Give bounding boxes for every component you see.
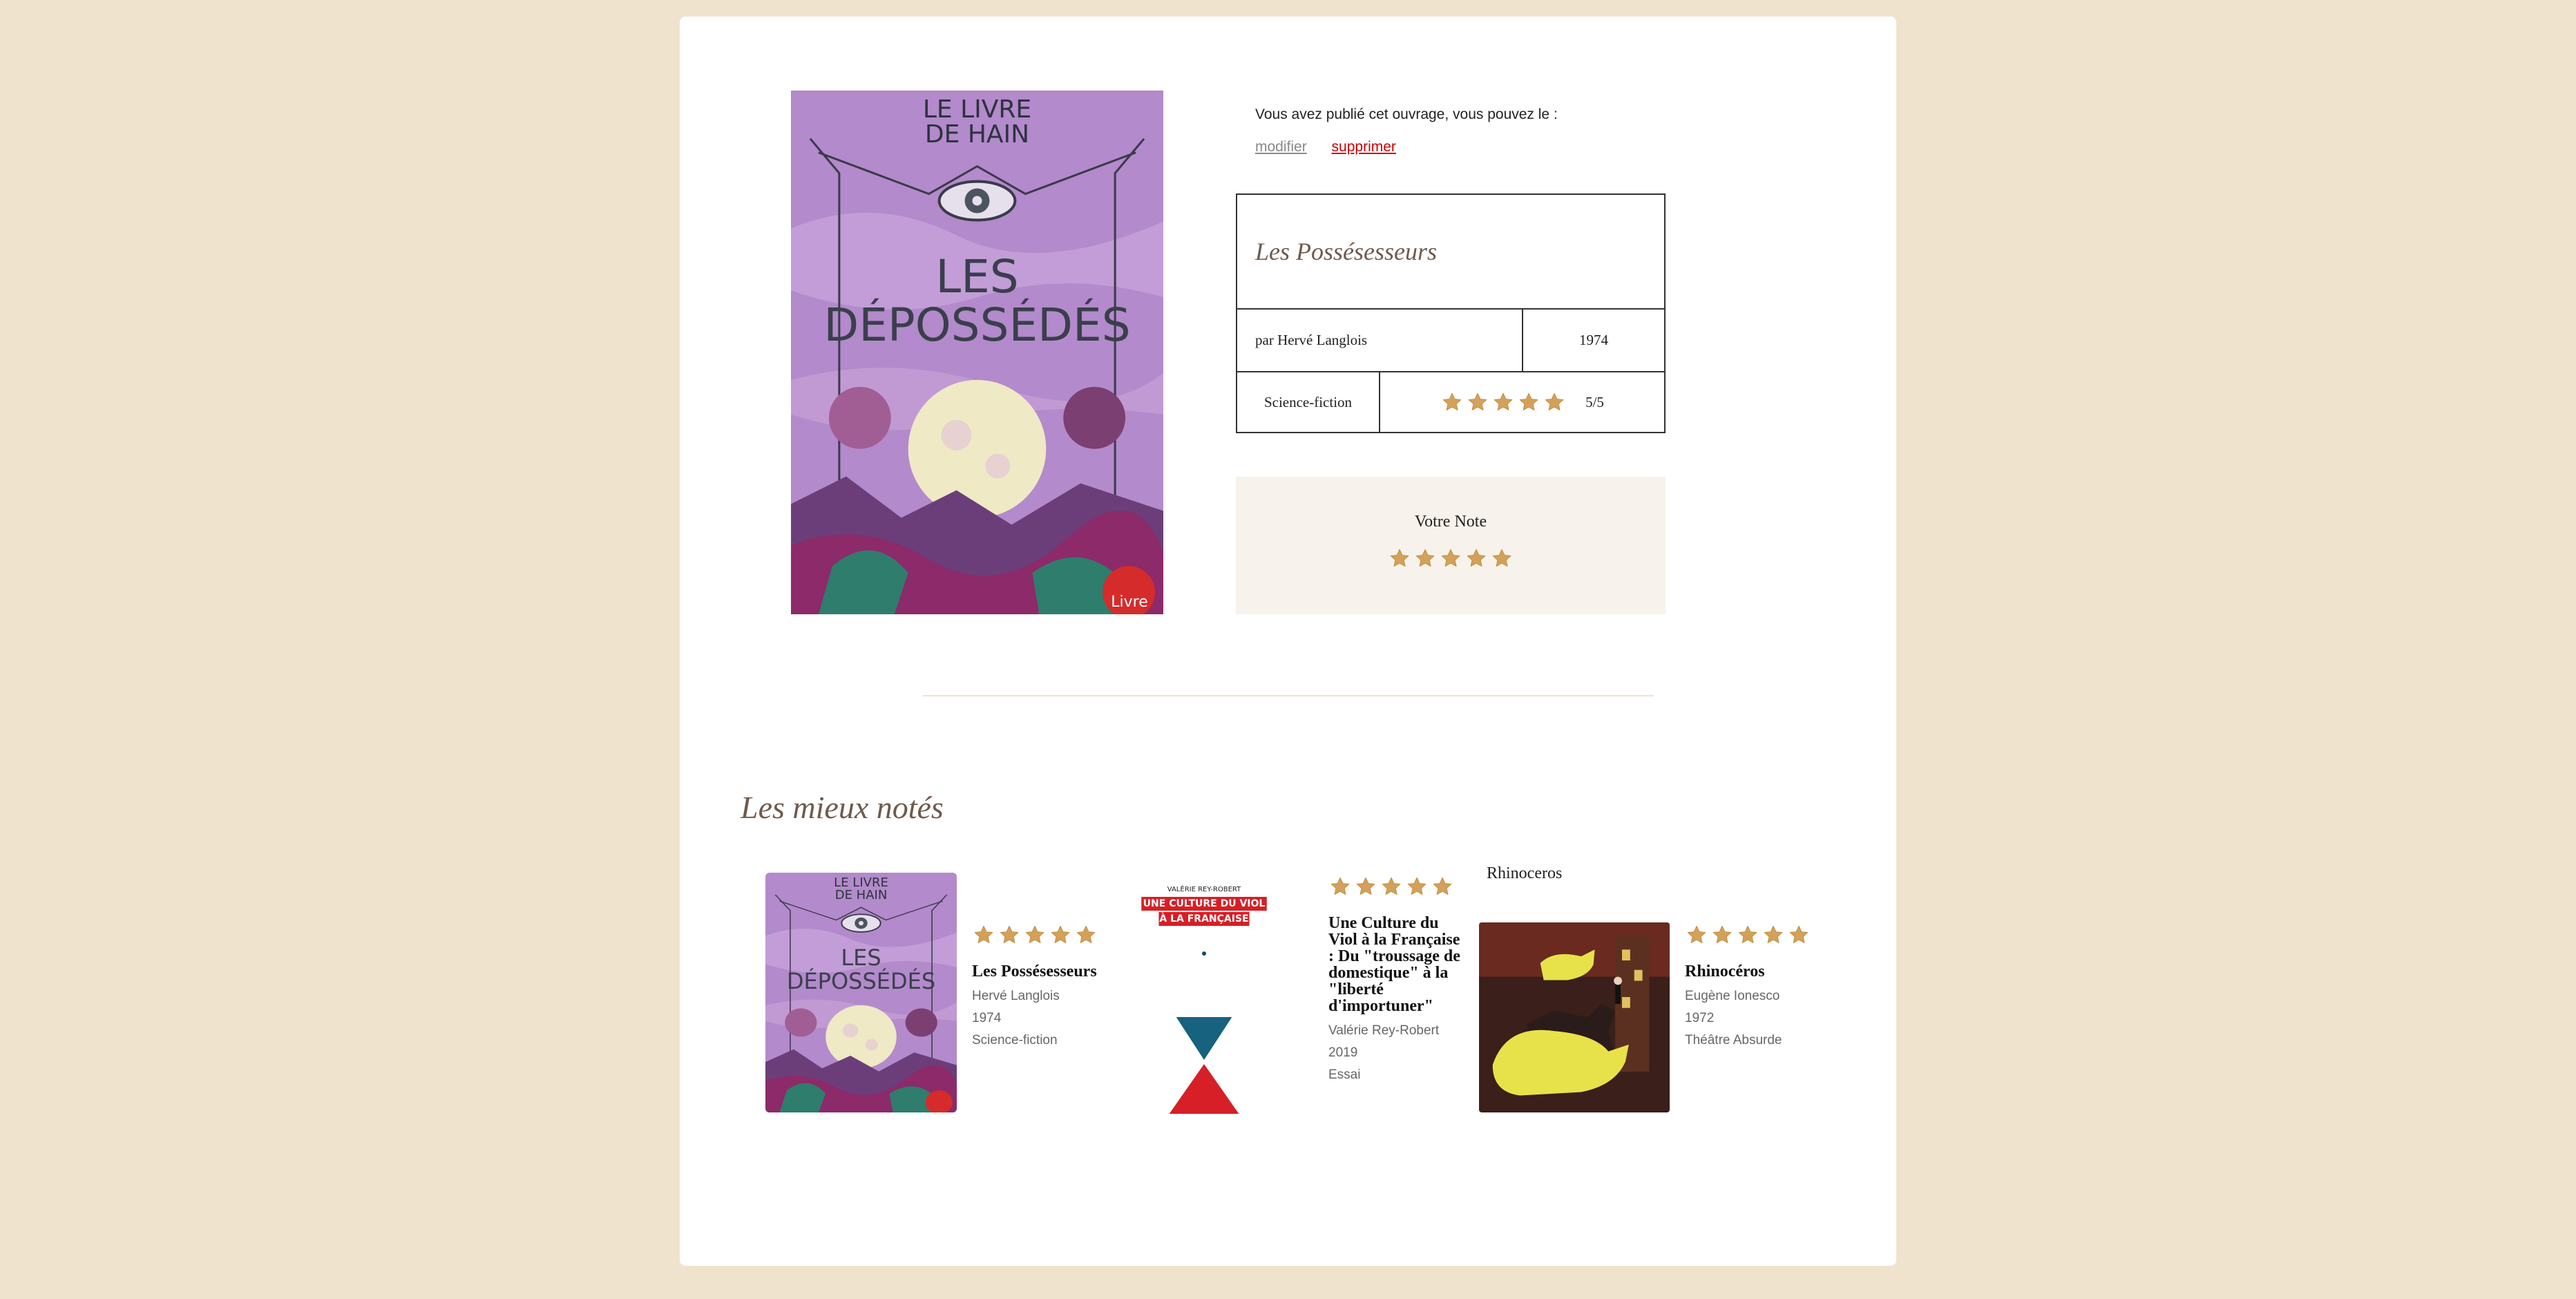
- cover-line: DE HAIN: [834, 888, 888, 902]
- item-author: Valérie Rey-Robert: [1328, 1023, 1440, 1038]
- item-title: Une Culture du Viol à la Française : Du …: [1328, 914, 1460, 1015]
- item-year: 2019: [1328, 1045, 1358, 1060]
- user-vote-box: Votre Note: [1236, 477, 1666, 614]
- star-icon: [1543, 391, 1566, 413]
- top-rated-cover[interactable]: VALÉRIE REY-ROBERT UNE CULTURE DU VIOL À…: [1120, 879, 1288, 1114]
- book-info-table: Les Possésesseurs par Hervé Langlois 197…: [1236, 193, 1666, 433]
- owner-actions: modifier supprimer: [1255, 139, 1417, 155]
- item-year: 1974: [972, 1011, 1002, 1025]
- cover-publisher-logo: Livre: [1111, 594, 1148, 611]
- cover-title-text: LES DÉPOSSÉDÉS: [765, 946, 957, 993]
- cover-line: DÉPOSSÉDÉS: [786, 968, 936, 994]
- top-rated-item[interactable]: Une Culture du Viol à la Française : Du …: [1328, 875, 1467, 1086]
- top-rated-heading: Les mieux notés: [741, 790, 944, 825]
- vote-stars: [1236, 547, 1666, 569]
- book-rating: 5/5: [1380, 372, 1664, 432]
- star-icon: [1023, 924, 1047, 946]
- star-icon: [1466, 391, 1489, 413]
- top-rated-cover[interactable]: [1479, 922, 1670, 1112]
- star-icon: [1440, 391, 1464, 413]
- cover-line: DE HAIN: [924, 120, 1030, 149]
- cover-alt-text: Rhinoceros: [1487, 864, 1563, 882]
- cover-series-text: LE LIVRE DE HAIN: [765, 877, 957, 902]
- cover-series-text: LE LIVRE DE HAIN: [791, 97, 1163, 147]
- cover-title-text: LES DÉPOSSÉDÉS: [791, 253, 1163, 350]
- star-icon: [1380, 875, 1403, 898]
- book-cover-image: LE LIVRE DE HAIN LES DÉPOSSÉDÉS Livre: [791, 91, 1163, 614]
- owner-notice: Vous avez publié cet ouvrage, vous pouve…: [1255, 106, 1558, 122]
- book-year: 1974: [1579, 332, 1608, 348]
- star-icon[interactable]: [1439, 547, 1462, 569]
- cover-title-line: À LA FRANÇAISE: [1159, 913, 1249, 925]
- star-icon: [1354, 875, 1377, 898]
- star-icon: [1762, 924, 1785, 946]
- edit-link[interactable]: modifier: [1255, 139, 1307, 155]
- item-genre: Science-fiction: [972, 1033, 1058, 1047]
- cover-author-text: VALÉRIE REY-ROBERT: [1167, 886, 1241, 893]
- vote-label: Votre Note: [1414, 513, 1487, 531]
- book-genre: Science-fiction: [1237, 372, 1380, 432]
- book-author: par Hervé Langlois: [1237, 310, 1523, 371]
- star-icon: [1787, 924, 1811, 946]
- star-icon: [1736, 924, 1759, 946]
- star-icon: [1517, 391, 1540, 413]
- star-icon: [1710, 924, 1734, 946]
- cover-line: LES: [935, 250, 1019, 303]
- star-icon: [1074, 924, 1098, 946]
- star-icon: [1328, 875, 1352, 898]
- rating-stars: [1685, 924, 1811, 946]
- book-detail-card: LE LIVRE DE HAIN LES DÉPOSSÉDÉS Livre Vo…: [680, 17, 1896, 1266]
- top-rated-item[interactable]: Rhinocéros Eugène Ionesco 1972 Théâtre A…: [1685, 924, 1823, 1052]
- item-author: Eugène Ionesco: [1685, 989, 1780, 1003]
- rating-stars: [1328, 875, 1454, 898]
- star-icon: [1431, 875, 1454, 898]
- section-divider: [923, 695, 1654, 696]
- item-title: Les Possésesseurs: [972, 963, 1097, 980]
- star-icon: [1491, 391, 1515, 413]
- star-icon: [998, 924, 1021, 946]
- item-title: Rhinocéros: [1685, 963, 1765, 980]
- top-rated-item[interactable]: Les Possésesseurs Hervé Langlois 1974 Sc…: [972, 924, 1110, 1052]
- cover-line: LES: [841, 945, 881, 971]
- rating-stars: [972, 924, 1098, 946]
- item-genre: Essai: [1328, 1068, 1361, 1082]
- item-author: Hervé Langlois: [972, 989, 1060, 1003]
- top-rated-cover[interactable]: LE LIVRE DE HAIN LES DÉPOSSÉDÉS: [765, 873, 957, 1112]
- item-genre: Théâtre Absurde: [1685, 1033, 1782, 1047]
- cover-line: DÉPOSSÉDÉS: [823, 298, 1131, 352]
- star-icon: [1685, 924, 1708, 946]
- star-icon[interactable]: [1413, 547, 1437, 569]
- star-icon[interactable]: [1490, 547, 1514, 569]
- item-year: 1972: [1685, 1011, 1715, 1025]
- star-icon[interactable]: [1464, 547, 1488, 569]
- book-title: Les Possésesseurs: [1237, 195, 1664, 310]
- star-icon: [1049, 924, 1072, 946]
- cover-title-line: UNE CULTURE DU VIOL: [1143, 898, 1266, 909]
- star-icon[interactable]: [1388, 547, 1411, 569]
- book-info-row: Science-fiction 5/5: [1237, 372, 1664, 432]
- book-info-row: par Hervé Langlois 1974: [1237, 310, 1664, 372]
- star-icon: [972, 924, 995, 946]
- star-icon: [1405, 875, 1429, 898]
- cover-line: LE LIVRE: [922, 95, 1032, 124]
- rating-text: 5/5: [1585, 393, 1604, 410]
- delete-link[interactable]: supprimer: [1332, 139, 1396, 155]
- rating-stars: [1440, 391, 1566, 413]
